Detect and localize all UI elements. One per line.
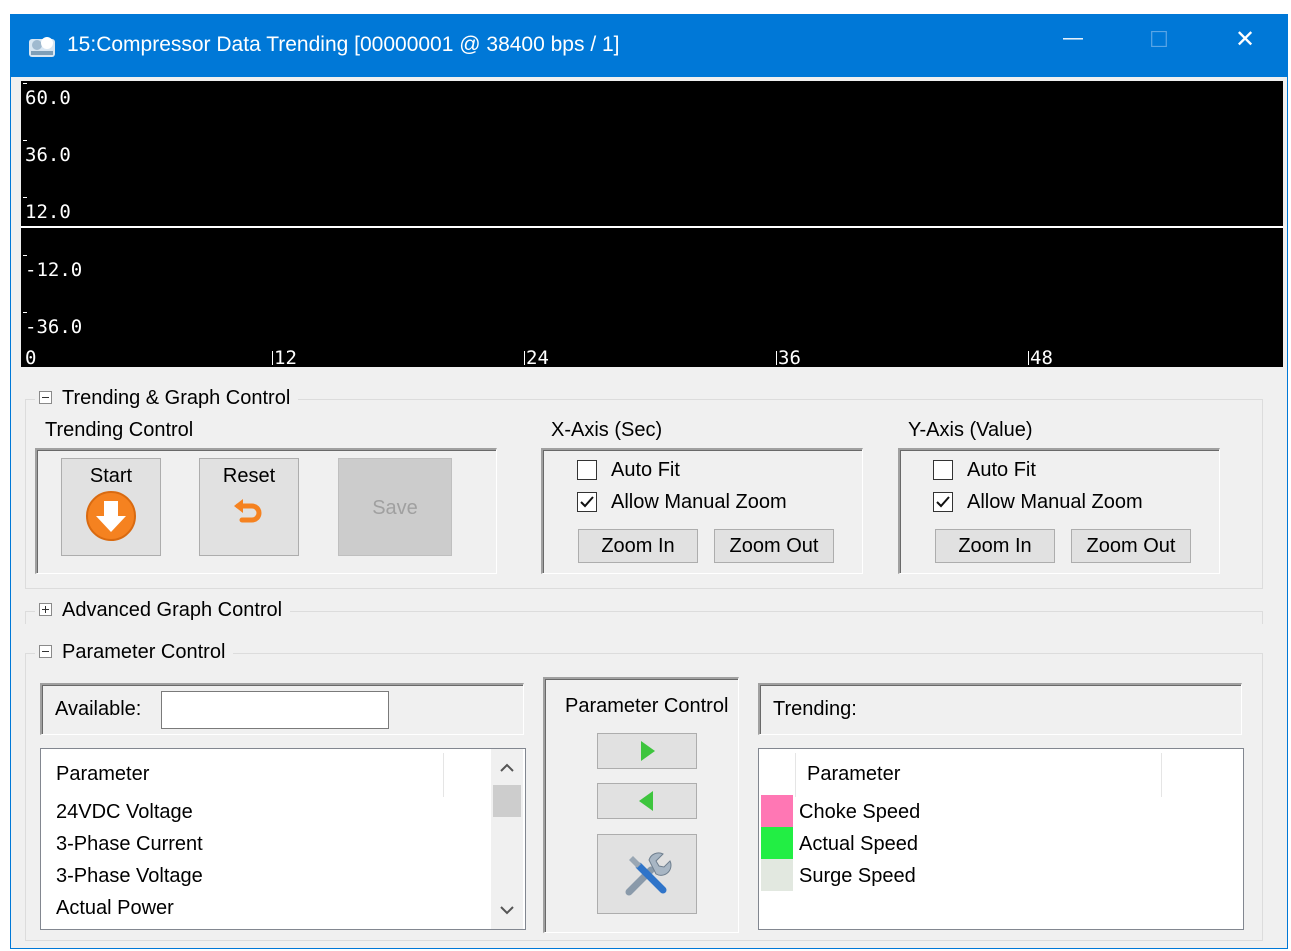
list-item[interactable]: 24VDC Voltage: [56, 801, 193, 824]
advanced-graph-control-header[interactable]: Advanced Graph Control: [35, 599, 291, 622]
reset-button[interactable]: Reset: [199, 458, 299, 556]
y-allow-manual-zoom-label: Allow Manual Zoom: [967, 491, 1143, 513]
x-auto-fit-checkbox[interactable]: [577, 460, 597, 480]
list-item[interactable]: Choke Speed: [799, 801, 920, 824]
advanced-graph-control-title: Advanced Graph Control: [62, 599, 283, 621]
y-tick: [23, 83, 27, 84]
y-tick: [23, 140, 27, 141]
y-axis-label: -36.0: [25, 316, 83, 338]
x-axis-label: 48: [1030, 347, 1053, 369]
arrow-left-icon: [639, 791, 653, 811]
parameter-control-header[interactable]: Parameter Control: [35, 641, 234, 664]
trending-graph-control-header[interactable]: Trending & Graph Control: [35, 387, 299, 410]
list-item[interactable]: Actual Speed: [799, 833, 918, 856]
trend-graph[interactable]: 60.0 36.0 12.0 -12.0 -36.0 0 12 24 36 48: [21, 81, 1283, 369]
collapse-icon[interactable]: [39, 645, 52, 659]
available-search-input[interactable]: [161, 691, 389, 729]
column-header-parameter[interactable]: Parameter: [807, 763, 900, 786]
reset-button-label: Reset: [222, 465, 276, 487]
color-swatch[interactable]: [761, 859, 793, 891]
compressor-trending-window: 15:Compressor Data Trending [00000001 @ …: [10, 14, 1288, 949]
minimize-button[interactable]: —: [1053, 27, 1093, 63]
list-item[interactable]: Surge Speed: [799, 865, 916, 888]
remove-parameter-button[interactable]: [597, 783, 697, 819]
scroll-thumb[interactable]: [493, 785, 521, 817]
parameter-control-title: Parameter Control: [62, 641, 226, 663]
trending-parameter-list[interactable]: Parameter Choke Speed Actual Speed Surge…: [758, 748, 1244, 930]
x-axis-label: 36: [778, 347, 801, 369]
x-tick: [776, 351, 777, 365]
trending-control-label: Trending Control: [45, 419, 194, 441]
column-divider: [1161, 753, 1162, 797]
title-bar: 15:Compressor Data Trending [00000001 @ …: [11, 15, 1287, 77]
y-zoom-out-button[interactable]: Zoom Out: [1071, 529, 1191, 563]
x-axis-label: X-Axis (Sec): [551, 419, 663, 441]
collapse-icon[interactable]: [39, 391, 52, 405]
parameter-control-label: Parameter Control: [565, 695, 729, 717]
x-allow-manual-zoom-checkbox[interactable]: [577, 492, 597, 512]
vertical-scrollbar[interactable]: [491, 749, 523, 929]
color-swatch[interactable]: [761, 827, 793, 859]
arrow-right-icon: [641, 741, 655, 761]
close-button[interactable]: ✕: [1225, 25, 1265, 61]
app-icon: [29, 37, 55, 57]
checkmark-icon: [936, 496, 950, 508]
parameter-settings-button[interactable]: [597, 834, 697, 914]
y-tick: [23, 312, 27, 313]
y-tick: [23, 197, 27, 198]
trending-label: Trending:: [773, 698, 857, 720]
add-parameter-button[interactable]: [597, 733, 697, 769]
x-axis-label: 12: [274, 347, 297, 369]
save-button[interactable]: Save: [338, 458, 452, 556]
list-item[interactable]: Actual Power: [56, 897, 174, 920]
scroll-up-icon[interactable]: [491, 753, 523, 783]
undo-icon: [234, 499, 262, 523]
x-axis-label: 24: [526, 347, 549, 369]
download-arrow-icon: [86, 491, 136, 541]
window-title: 15:Compressor Data Trending [00000001 @ …: [67, 33, 620, 56]
y-tick: [23, 255, 27, 256]
x-allow-manual-zoom-label: Allow Manual Zoom: [611, 491, 787, 513]
column-divider: [443, 753, 444, 797]
x-zoom-out-button[interactable]: Zoom Out: [714, 529, 834, 563]
y-zoom-in-button[interactable]: Zoom In: [935, 529, 1055, 563]
x-tick: [1028, 351, 1029, 365]
scroll-down-icon[interactable]: [491, 895, 523, 925]
column-divider: [795, 753, 796, 797]
x-axis-label: 0: [25, 347, 37, 369]
available-label: Available:: [55, 698, 142, 720]
start-button-label: Start: [89, 465, 133, 487]
column-header-parameter[interactable]: Parameter: [56, 763, 149, 786]
trending-graph-control-title: Trending & Graph Control: [62, 387, 291, 409]
list-item[interactable]: 3-Phase Voltage: [56, 865, 203, 888]
x-auto-fit-label: Auto Fit: [611, 459, 680, 481]
y-axis-label: 12.0: [25, 201, 71, 223]
y-axis-label: Y-Axis (Value): [908, 419, 1033, 441]
start-button[interactable]: Start: [61, 458, 161, 556]
expand-icon[interactable]: [39, 603, 52, 617]
color-swatch[interactable]: [761, 795, 793, 827]
tools-icon: [625, 852, 672, 896]
x-tick: [524, 351, 525, 365]
y-allow-manual-zoom-checkbox[interactable]: [933, 492, 953, 512]
y-auto-fit-label: Auto Fit: [967, 459, 1036, 481]
list-item[interactable]: 3-Phase Current: [56, 833, 203, 856]
zero-line: [21, 226, 1283, 228]
y-axis-label: 36.0: [25, 144, 71, 166]
y-axis-label: 60.0: [25, 87, 71, 109]
checkmark-icon: [580, 496, 594, 508]
x-zoom-in-button[interactable]: Zoom In: [578, 529, 698, 563]
y-axis-label: -12.0: [25, 259, 83, 281]
available-parameter-list[interactable]: Parameter 24VDC Voltage 3-Phase Current …: [40, 748, 526, 930]
maximize-button[interactable]: ☐: [1139, 27, 1179, 63]
y-auto-fit-checkbox[interactable]: [933, 460, 953, 480]
x-tick: [272, 351, 273, 365]
